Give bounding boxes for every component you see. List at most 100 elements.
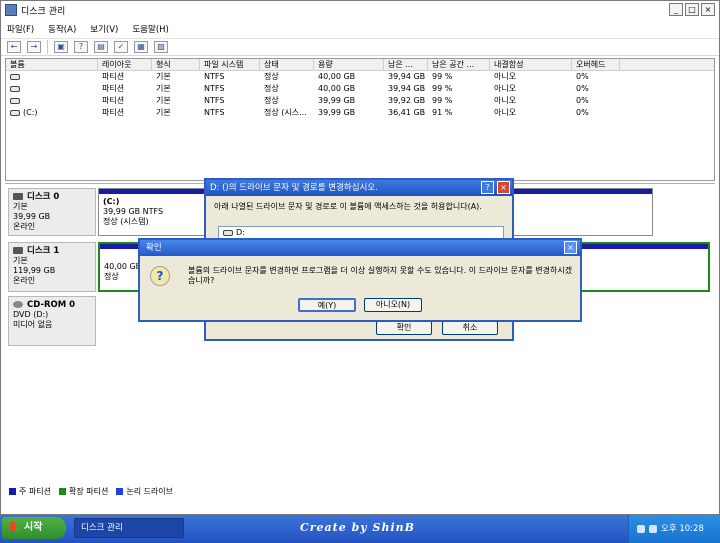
table-cell: 정상 (264, 84, 279, 93)
legend-swatch (116, 488, 124, 495)
start-button[interactable]: 시작 (2, 517, 66, 539)
window-title: 디스크 관리 (21, 6, 66, 17)
clock[interactable]: 오후 10:28 (661, 524, 704, 534)
table-cell: NTFS (204, 84, 225, 93)
confirm-dialog: 확인 × ? 볼륨의 드라이브 문자를 변경하면 프로그램을 더 이상 실행하지… (138, 238, 582, 322)
window-controls: _ □ × (669, 3, 715, 16)
legend-swatch (58, 488, 66, 495)
table-row[interactable]: 파티션 기본 NTFS 정상 40,00 GB 39,94 GB 99 % 아니… (6, 71, 714, 83)
col-free-space[interactable]: 남은 ... (384, 59, 428, 70)
table-cell: 아니오 (494, 96, 517, 105)
col-percent-free[interactable]: 남은 공간 ... (428, 59, 490, 70)
dialog-close-button[interactable]: × (497, 181, 510, 194)
yes-button[interactable]: 예(Y) (298, 298, 356, 312)
table-cell: 기본 (156, 72, 171, 81)
help-icon[interactable]: ? (74, 41, 88, 53)
volume-icon (10, 85, 20, 92)
col-fault-tolerance[interactable]: 내결함성 (490, 59, 572, 70)
windows-logo-icon (10, 522, 20, 532)
menu-file[interactable]: 파일(F) (7, 23, 34, 35)
brand-text: Create by ShinB (300, 521, 415, 534)
properties-icon[interactable]: ▤ (94, 41, 108, 53)
disk-0-label[interactable]: 디스크 0 기본 39,99 GB 온라인 (8, 188, 96, 236)
table-cell: 정상 (264, 72, 279, 81)
table-cell: 40,00 GB (318, 72, 356, 81)
table-cell: 39,94 GB (388, 84, 426, 93)
col-layout[interactable]: 레이아웃 (98, 59, 152, 70)
cancel-button[interactable]: 취소 (442, 321, 498, 335)
table-row[interactable]: 파티션 기본 NTFS 정상 39,99 GB 39,92 GB 99 % 아니… (6, 95, 714, 107)
question-icon: ? (150, 266, 170, 286)
tray-icon[interactable] (649, 524, 657, 533)
partition-legend: 주 파티션 확장 파티션 논리 드라이브 (9, 486, 173, 497)
disk-name: CD-ROM 0 (27, 300, 76, 310)
col-volume[interactable]: 볼륨 (6, 59, 98, 70)
menu-view[interactable]: 보기(V) (90, 23, 118, 35)
cd-drive-icon (13, 301, 23, 308)
close-button[interactable]: × (701, 3, 715, 16)
list-item[interactable]: D: (236, 228, 245, 237)
settings-icon[interactable]: ▧ (154, 41, 168, 53)
ok-button[interactable]: 확인 (376, 321, 432, 335)
legend-swatch (9, 488, 16, 495)
table-cell: 39,94 GB (388, 72, 426, 81)
minimize-button[interactable]: _ (669, 3, 683, 16)
taskbar-item-disk-management[interactable]: 디스크 관리 (74, 518, 184, 538)
dialog-message: 아래 나열된 드라이브 문자 및 경로로 이 볼륨에 액세스하는 것을 허용합니… (214, 202, 482, 211)
dialog-close-button[interactable]: × (564, 241, 577, 254)
volume-icon (10, 73, 20, 80)
table-cell: 파티션 (102, 96, 125, 105)
table-cell: 99 % (432, 84, 453, 93)
disk-name: 디스크 0 (27, 192, 60, 202)
tray-icon[interactable] (637, 524, 645, 533)
col-status[interactable]: 상태 (260, 59, 314, 70)
volume-table-header: 볼륨 레이아웃 형식 파일 시스템 상태 용량 남은 ... 남은 공간 ...… (6, 59, 714, 71)
table-cell: (C:) (23, 108, 38, 117)
table-row[interactable]: 파티션 기본 NTFS 정상 40,00 GB 39,94 GB 99 % 아니… (6, 83, 714, 95)
hard-disk-icon (13, 193, 23, 200)
cdrom-0-label[interactable]: CD-ROM 0 DVD (D:) 미디어 없음 (8, 296, 96, 346)
title-bar[interactable]: 디스크 관리 _ □ × (1, 1, 719, 19)
table-cell: 99 % (432, 72, 453, 81)
volume-table: 볼륨 레이아웃 형식 파일 시스템 상태 용량 남은 ... 남은 공간 ...… (5, 58, 715, 181)
col-capacity[interactable]: 용량 (314, 59, 384, 70)
col-filesystem[interactable]: 파일 시스템 (200, 59, 260, 70)
taskbar: 시작 디스크 관리 Create by ShinB 오후 10:28 (0, 515, 720, 543)
table-cell: 0% (576, 96, 589, 105)
export-icon[interactable]: ▦ (134, 41, 148, 53)
table-cell: 파티션 (102, 72, 125, 81)
disk-size: 119,99 GB (13, 266, 56, 275)
menu-action[interactable]: 동작(A) (48, 23, 76, 35)
col-overhead[interactable]: 오버헤드 (572, 59, 620, 70)
hard-disk-icon (13, 247, 23, 254)
disk-type: 기본 (13, 256, 28, 265)
disk-1-label[interactable]: 디스크 1 기본 119,99 GB 온라인 (8, 242, 96, 292)
table-cell: NTFS (204, 108, 225, 117)
forward-icon[interactable]: → (27, 41, 41, 53)
table-cell: 아니오 (494, 108, 517, 117)
disk-size: 39,99 GB (13, 212, 51, 221)
volume-icon (10, 109, 20, 116)
no-button[interactable]: 아니오(N) (364, 298, 422, 312)
table-cell: 99 % (432, 96, 453, 105)
table-cell: 39,92 GB (388, 96, 426, 105)
dialog-title[interactable]: 확인 (140, 240, 580, 256)
toolbar: ← → ▣ ? ▤ ✓ ▦ ▧ (1, 38, 719, 56)
table-cell: 0% (576, 72, 589, 81)
legend-item: 논리 드라이브 (116, 486, 173, 497)
table-cell: 파티션 (102, 84, 125, 93)
table-cell: 아니오 (494, 72, 517, 81)
back-icon[interactable]: ← (7, 41, 21, 53)
disk-status: 미디어 없음 (13, 320, 53, 329)
dialog-title[interactable]: D: ()의 드라이브 문자 및 경로를 변경하십시오. (206, 180, 512, 196)
table-row[interactable]: (C:) 파티션 기본 NTFS 정상 (시스... 39,99 GB 36,4… (6, 107, 714, 119)
dialog-message: 볼륨의 드라이브 문자를 변경하면 프로그램을 더 이상 실행하지 못할 수도 … (188, 266, 573, 285)
menu-help[interactable]: 도움말(H) (132, 23, 168, 35)
col-type[interactable]: 형식 (152, 59, 200, 70)
check-icon[interactable]: ✓ (114, 41, 128, 53)
table-cell: 기본 (156, 84, 171, 93)
help-button[interactable]: ? (481, 181, 494, 194)
disk-type: 기본 (13, 202, 28, 211)
maximize-button[interactable]: □ (685, 3, 699, 16)
console-tree-icon[interactable]: ▣ (54, 41, 68, 53)
